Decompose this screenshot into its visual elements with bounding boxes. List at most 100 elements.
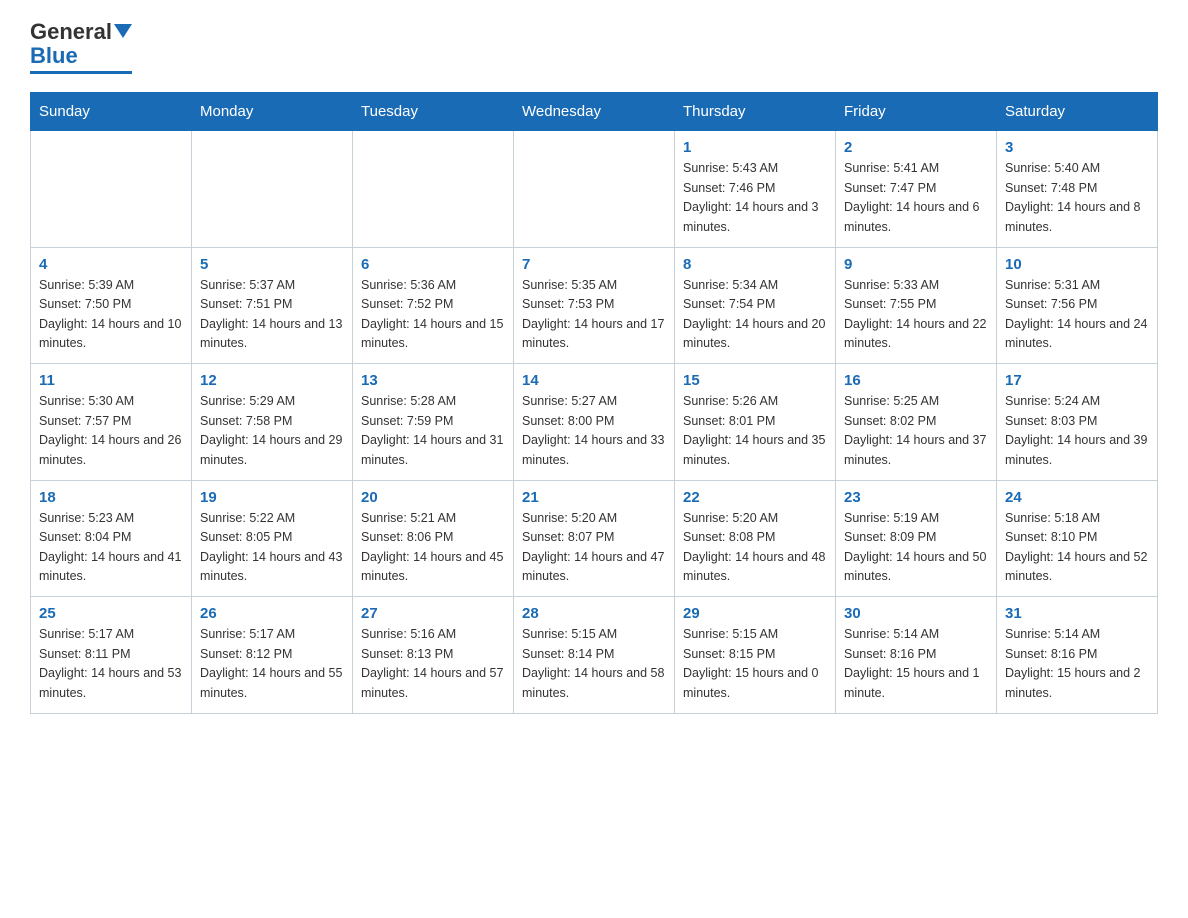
calendar-cell: 22 Sunrise: 5:20 AMSunset: 8:08 PMDayligh… bbox=[675, 480, 836, 597]
sun-info: Sunrise: 5:25 AMSunset: 8:02 PMDaylight:… bbox=[844, 392, 988, 470]
calendar-cell: 29Sunrise: 5:15 AMSunset: 8:15 PMDayligh… bbox=[675, 597, 836, 714]
calendar-cell: 25 Sunrise: 5:17 AMSunset: 8:11 PMDayligh… bbox=[31, 597, 192, 714]
calendar-cell: 15 Sunrise: 5:26 AMSunset: 8:01 PMDayligh… bbox=[675, 364, 836, 481]
calendar-cell: 14 Sunrise: 5:27 AMSunset: 8:00 PMDayligh… bbox=[514, 364, 675, 481]
sun-info: Sunrise: 5:39 AMSunset: 7:50 PMDaylight:… bbox=[39, 276, 183, 354]
calendar-week-2: 4 Sunrise: 5:39 AMSunset: 7:50 PMDaylight… bbox=[31, 247, 1158, 364]
calendar-cell: 3 Sunrise: 5:40 AMSunset: 7:48 PMDaylight… bbox=[997, 131, 1158, 248]
day-number: 24 bbox=[1005, 489, 1149, 506]
day-number: 2 bbox=[844, 139, 988, 156]
calendar-cell: 7Sunrise: 5:35 AMSunset: 7:53 PMDaylight… bbox=[514, 247, 675, 364]
calendar-header-saturday: Saturday bbox=[997, 93, 1158, 131]
day-number: 9 bbox=[844, 256, 988, 273]
calendar-table: SundayMondayTuesdayWednesdayThursdayFrid… bbox=[30, 92, 1158, 714]
calendar-header-thursday: Thursday bbox=[675, 93, 836, 131]
day-number: 8 bbox=[683, 256, 827, 273]
day-number: 31 bbox=[1005, 605, 1149, 622]
calendar-cell: 6 Sunrise: 5:36 AMSunset: 7:52 PMDaylight… bbox=[353, 247, 514, 364]
sun-info: Sunrise: 5:40 AMSunset: 7:48 PMDaylight:… bbox=[1005, 159, 1149, 237]
sun-info: Sunrise: 5:17 AMSunset: 8:11 PMDaylight:… bbox=[39, 625, 183, 703]
sun-info: Sunrise: 5:23 AMSunset: 8:04 PMDaylight:… bbox=[39, 509, 183, 587]
sun-info: Sunrise: 5:20 AMSunset: 8:07 PMDaylight:… bbox=[522, 509, 666, 587]
calendar-week-3: 11 Sunrise: 5:30 AMSunset: 7:57 PMDayligh… bbox=[31, 364, 1158, 481]
calendar-header-tuesday: Tuesday bbox=[353, 93, 514, 131]
sun-info: Sunrise: 5:43 AMSunset: 7:46 PMDaylight:… bbox=[683, 159, 827, 237]
sun-info: Sunrise: 5:17 AMSunset: 8:12 PMDaylight:… bbox=[200, 625, 344, 703]
day-number: 20 bbox=[361, 489, 505, 506]
day-number: 17 bbox=[1005, 372, 1149, 389]
calendar-cell: 4 Sunrise: 5:39 AMSunset: 7:50 PMDaylight… bbox=[31, 247, 192, 364]
calendar-cell: 20 Sunrise: 5:21 AMSunset: 8:06 PMDayligh… bbox=[353, 480, 514, 597]
day-number: 6 bbox=[361, 256, 505, 273]
sun-info: Sunrise: 5:15 AMSunset: 8:15 PMDaylight:… bbox=[683, 625, 827, 703]
page-header: General Blue bbox=[30, 20, 1158, 74]
day-number: 15 bbox=[683, 372, 827, 389]
calendar-header-wednesday: Wednesday bbox=[514, 93, 675, 131]
calendar-cell: 23Sunrise: 5:19 AMSunset: 8:09 PMDayligh… bbox=[836, 480, 997, 597]
calendar-cell: 8 Sunrise: 5:34 AMSunset: 7:54 PMDaylight… bbox=[675, 247, 836, 364]
logo-underline bbox=[30, 71, 132, 74]
sun-info: Sunrise: 5:15 AMSunset: 8:14 PMDaylight:… bbox=[522, 625, 666, 703]
day-number: 21 bbox=[522, 489, 666, 506]
calendar-cell: 12 Sunrise: 5:29 AMSunset: 7:58 PMDayligh… bbox=[192, 364, 353, 481]
calendar-cell bbox=[353, 131, 514, 248]
sun-info: Sunrise: 5:33 AMSunset: 7:55 PMDaylight:… bbox=[844, 276, 988, 354]
calendar-week-4: 18 Sunrise: 5:23 AMSunset: 8:04 PMDayligh… bbox=[31, 480, 1158, 597]
calendar-cell: 13 Sunrise: 5:28 AMSunset: 7:59 PMDayligh… bbox=[353, 364, 514, 481]
logo-text: General Blue bbox=[30, 20, 132, 68]
day-number: 14 bbox=[522, 372, 666, 389]
sun-info: Sunrise: 5:29 AMSunset: 7:58 PMDaylight:… bbox=[200, 392, 344, 470]
day-number: 16 bbox=[844, 372, 988, 389]
sun-info: Sunrise: 5:24 AMSunset: 8:03 PMDaylight:… bbox=[1005, 392, 1149, 470]
sun-info: Sunrise: 5:18 AMSunset: 8:10 PMDaylight:… bbox=[1005, 509, 1149, 587]
day-number: 4 bbox=[39, 256, 183, 273]
calendar-cell: 31 Sunrise: 5:14 AMSunset: 8:16 PMDayligh… bbox=[997, 597, 1158, 714]
sun-info: Sunrise: 5:31 AMSunset: 7:56 PMDaylight:… bbox=[1005, 276, 1149, 354]
calendar-cell: 11 Sunrise: 5:30 AMSunset: 7:57 PMDayligh… bbox=[31, 364, 192, 481]
day-number: 25 bbox=[39, 605, 183, 622]
sun-info: Sunrise: 5:30 AMSunset: 7:57 PMDaylight:… bbox=[39, 392, 183, 470]
calendar-cell bbox=[514, 131, 675, 248]
sun-info: Sunrise: 5:14 AMSunset: 8:16 PMDaylight:… bbox=[844, 625, 988, 703]
calendar-cell: 21 Sunrise: 5:20 AMSunset: 8:07 PMDayligh… bbox=[514, 480, 675, 597]
sun-info: Sunrise: 5:41 AMSunset: 7:47 PMDaylight:… bbox=[844, 159, 988, 237]
day-number: 5 bbox=[200, 256, 344, 273]
calendar-cell bbox=[31, 131, 192, 248]
calendar-cell: 10 Sunrise: 5:31 AMSunset: 7:56 PMDayligh… bbox=[997, 247, 1158, 364]
sun-info: Sunrise: 5:20 AMSunset: 8:08 PMDaylight:… bbox=[683, 509, 827, 587]
sun-info: Sunrise: 5:19 AMSunset: 8:09 PMDaylight:… bbox=[844, 509, 988, 587]
logo: General Blue bbox=[30, 20, 132, 74]
sun-info: Sunrise: 5:36 AMSunset: 7:52 PMDaylight:… bbox=[361, 276, 505, 354]
calendar-cell: 5Sunrise: 5:37 AMSunset: 7:51 PMDaylight… bbox=[192, 247, 353, 364]
calendar-cell: 28 Sunrise: 5:15 AMSunset: 8:14 PMDayligh… bbox=[514, 597, 675, 714]
calendar-header-row: SundayMondayTuesdayWednesdayThursdayFrid… bbox=[31, 93, 1158, 131]
sun-info: Sunrise: 5:21 AMSunset: 8:06 PMDaylight:… bbox=[361, 509, 505, 587]
calendar-cell: 27Sunrise: 5:16 AMSunset: 8:13 PMDayligh… bbox=[353, 597, 514, 714]
sun-info: Sunrise: 5:35 AMSunset: 7:53 PMDaylight:… bbox=[522, 276, 666, 354]
calendar-cell: 16 Sunrise: 5:25 AMSunset: 8:02 PMDayligh… bbox=[836, 364, 997, 481]
sun-info: Sunrise: 5:28 AMSunset: 7:59 PMDaylight:… bbox=[361, 392, 505, 470]
logo-blue: Blue bbox=[30, 43, 78, 68]
calendar-header-monday: Monday bbox=[192, 93, 353, 131]
day-number: 11 bbox=[39, 372, 183, 389]
day-number: 26 bbox=[200, 605, 344, 622]
logo-triangle-icon bbox=[114, 24, 132, 38]
sun-info: Sunrise: 5:34 AMSunset: 7:54 PMDaylight:… bbox=[683, 276, 827, 354]
day-number: 22 bbox=[683, 489, 827, 506]
day-number: 10 bbox=[1005, 256, 1149, 273]
day-number: 28 bbox=[522, 605, 666, 622]
calendar-cell: 9 Sunrise: 5:33 AMSunset: 7:55 PMDaylight… bbox=[836, 247, 997, 364]
day-number: 13 bbox=[361, 372, 505, 389]
calendar-cell: 18 Sunrise: 5:23 AMSunset: 8:04 PMDayligh… bbox=[31, 480, 192, 597]
day-number: 18 bbox=[39, 489, 183, 506]
day-number: 12 bbox=[200, 372, 344, 389]
calendar-cell: 24 Sunrise: 5:18 AMSunset: 8:10 PMDayligh… bbox=[997, 480, 1158, 597]
calendar-cell: 17 Sunrise: 5:24 AMSunset: 8:03 PMDayligh… bbox=[997, 364, 1158, 481]
sun-info: Sunrise: 5:14 AMSunset: 8:16 PMDaylight:… bbox=[1005, 625, 1149, 703]
calendar-cell: 30Sunrise: 5:14 AMSunset: 8:16 PMDayligh… bbox=[836, 597, 997, 714]
day-number: 3 bbox=[1005, 139, 1149, 156]
sun-info: Sunrise: 5:27 AMSunset: 8:00 PMDaylight:… bbox=[522, 392, 666, 470]
day-number: 19 bbox=[200, 489, 344, 506]
sun-info: Sunrise: 5:26 AMSunset: 8:01 PMDaylight:… bbox=[683, 392, 827, 470]
calendar-cell: 19Sunrise: 5:22 AMSunset: 8:05 PMDayligh… bbox=[192, 480, 353, 597]
